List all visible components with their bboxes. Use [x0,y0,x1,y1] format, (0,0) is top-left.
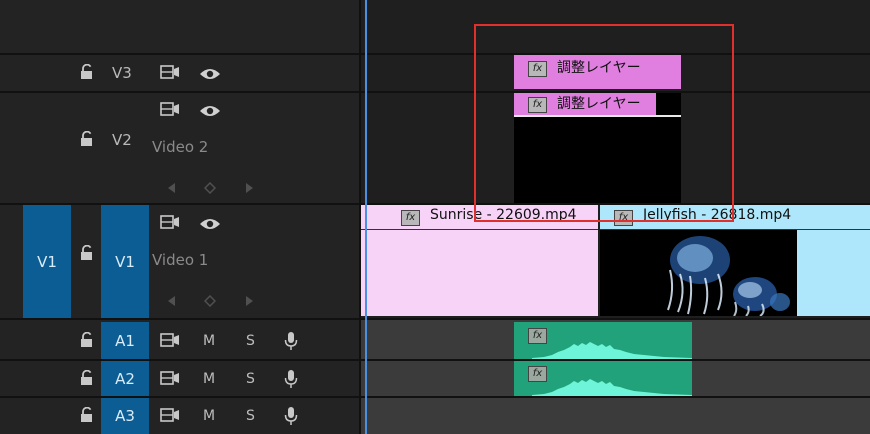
mute-button-a2[interactable]: M [203,371,215,387]
mute-button-a3[interactable]: M [203,408,215,424]
track-separator [0,91,870,93]
next-keyframe-icon[interactable] [245,179,255,198]
prev-keyframe-icon[interactable] [166,179,176,198]
add-keyframe-icon[interactable] [203,292,217,311]
next-keyframe-icon[interactable] [245,292,255,311]
fx-badge: fx [401,210,420,226]
eye-icon[interactable] [199,216,221,235]
track-separator [0,53,870,55]
track-target-v1[interactable]: V1 [101,205,149,318]
source-patch-v1[interactable]: V1 [23,205,71,318]
prev-keyframe-icon[interactable] [166,292,176,311]
audio-track-bg-a3 [361,398,870,434]
film-sync-icon[interactable] [160,101,180,121]
track-name-v1: Video 1 [152,251,209,269]
highlight-box [474,24,734,222]
playhead[interactable] [365,0,367,434]
track-label-v2[interactable]: V2 [112,131,132,149]
eye-icon[interactable] [199,66,221,85]
track-target-a1[interactable]: A1 [101,322,149,359]
clip-audio-a1[interactable]: fx [514,322,692,359]
clip-thumbnail [600,230,797,316]
solo-button-a1[interactable]: S [246,333,255,349]
film-sync-icon[interactable] [160,332,180,352]
film-sync-icon[interactable] [160,64,180,84]
mute-button-a1[interactable]: M [203,333,215,349]
lock-icon[interactable] [80,63,94,84]
film-sync-icon[interactable] [160,214,180,234]
audio-waveform [532,379,692,396]
clip-audio-a2[interactable]: fx [514,361,692,396]
film-sync-icon[interactable] [160,370,180,390]
solo-button-a3[interactable]: S [246,408,255,424]
microphone-icon[interactable] [284,406,298,430]
track-target-a3[interactable]: A3 [101,398,149,434]
lock-icon[interactable] [80,331,94,352]
solo-button-a2[interactable]: S [246,371,255,387]
lock-icon[interactable] [80,369,94,390]
lock-icon[interactable] [80,406,94,427]
lock-icon[interactable] [80,130,94,151]
add-keyframe-icon[interactable] [203,179,217,198]
microphone-icon[interactable] [284,369,298,393]
microphone-icon[interactable] [284,331,298,355]
track-name-v2: Video 2 [152,138,209,156]
clip-divider [361,229,598,230]
track-target-a2[interactable]: A2 [101,361,149,396]
lock-icon[interactable] [80,244,94,265]
track-label-v3[interactable]: V3 [112,64,132,82]
film-sync-icon[interactable] [160,407,180,427]
eye-icon[interactable] [199,103,221,122]
audio-waveform [532,342,692,359]
